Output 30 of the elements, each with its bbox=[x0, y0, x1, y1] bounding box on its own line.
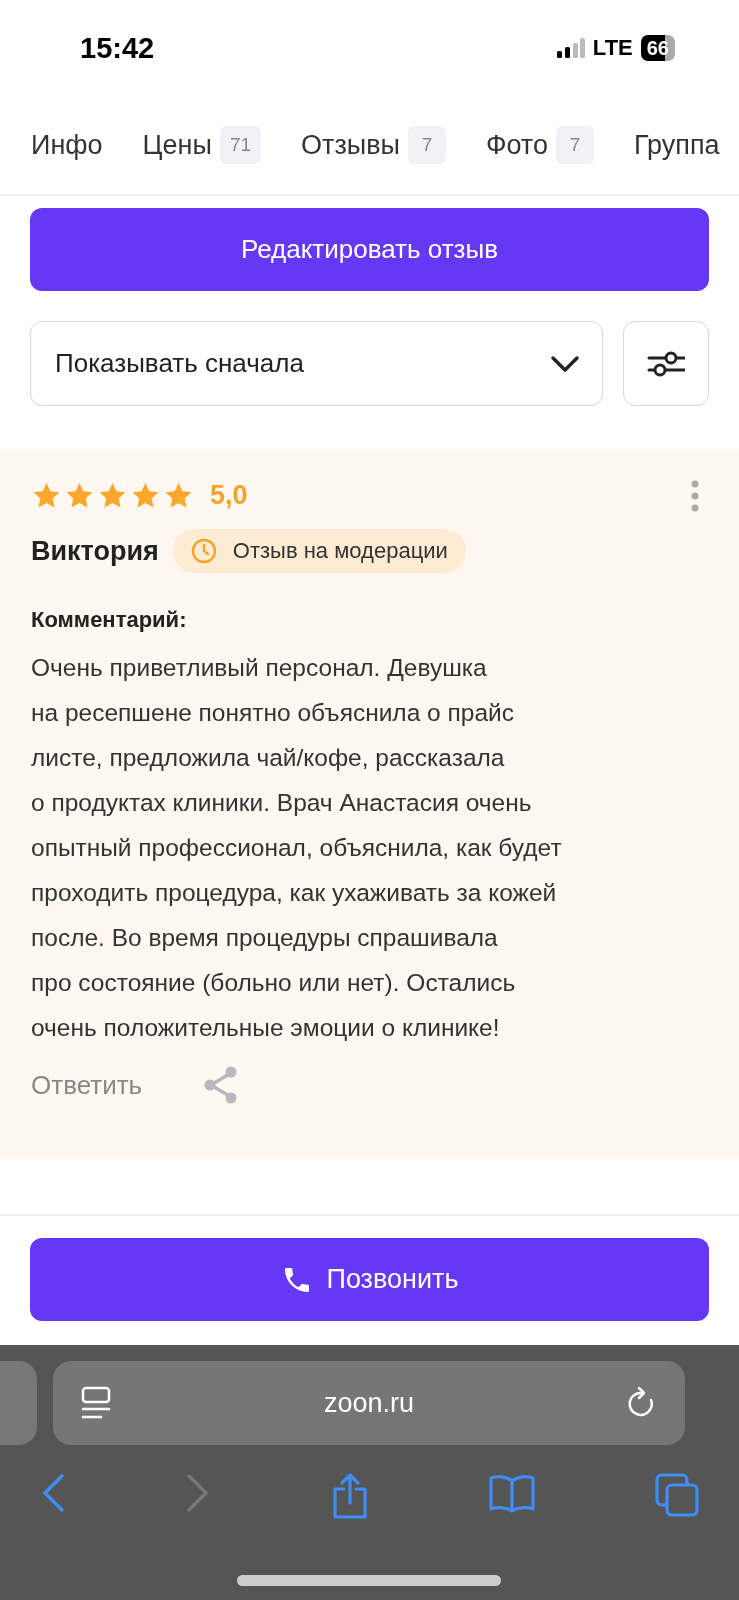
tab-count: 7 bbox=[407, 126, 446, 164]
sort-dropdown[interactable]: Показывать сначала bbox=[30, 321, 603, 406]
share-icon[interactable] bbox=[330, 1473, 369, 1519]
status-time: 15:42 bbox=[80, 31, 155, 65]
reader-icon[interactable] bbox=[81, 1386, 111, 1420]
author-name: Виктория bbox=[31, 535, 159, 567]
network-label: LTE bbox=[592, 35, 633, 61]
clock-icon bbox=[190, 538, 217, 564]
tab[interactable]: Отзывы 7 bbox=[301, 126, 446, 164]
tab[interactable]: Инфо bbox=[31, 129, 103, 161]
edit-review-button[interactable]: Редактировать отзыв bbox=[30, 208, 709, 291]
rating-value: 5,0 bbox=[210, 480, 248, 511]
url-text: zoon.ru bbox=[323, 1387, 415, 1419]
call-button[interactable]: Позвонить bbox=[30, 1238, 709, 1321]
filter-button[interactable] bbox=[623, 321, 709, 406]
back-icon[interactable] bbox=[40, 1473, 66, 1513]
tab-count: 71 bbox=[219, 126, 261, 164]
tab-count: 7 bbox=[555, 126, 594, 164]
tab[interactable]: Группа bbox=[633, 129, 720, 161]
more-icon[interactable] bbox=[691, 480, 699, 512]
chevron-down-icon bbox=[550, 354, 580, 373]
comment-label: Комментарий: bbox=[31, 607, 188, 633]
address-bar[interactable]: zoon.ru bbox=[53, 1361, 685, 1445]
book-icon[interactable] bbox=[487, 1473, 536, 1513]
tabs-icon[interactable] bbox=[655, 1473, 699, 1517]
tab[interactable]: Цены 71 bbox=[142, 126, 261, 164]
signal-icon bbox=[556, 38, 585, 58]
review-text: Очень приветливый персонал. Девушка на ресепшене понятно объяснила о прайс листе, предложила чай/кофе, рассказала о продуктах клиники. Врач Анастасия очень опытный профессионал, объяснила, как будет проходить процедура, как ухаживать за кожей после. Во время процедуры спрашивала про состояние (больно или нет). Остались очень положительные эмоции о клинике! bbox=[31, 653, 563, 1043]
tab[interactable]: Фото 7 bbox=[485, 126, 594, 164]
moderation-status: Отзыв на модерации bbox=[232, 538, 448, 564]
